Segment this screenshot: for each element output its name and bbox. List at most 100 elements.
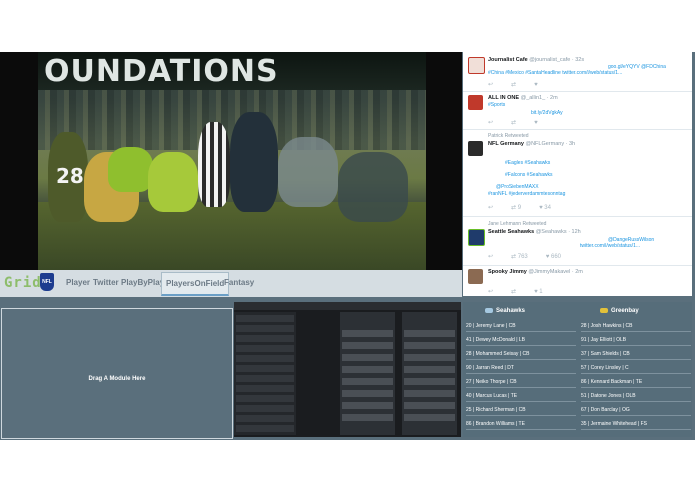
like-icon[interactable]: ♥ 34 [539, 205, 551, 211]
retweet-icon[interactable]: ⇄ [511, 289, 516, 295]
reply-icon[interactable]: ↩ [488, 82, 493, 88]
tweet-item[interactable]: Patrick Retweeted NFL Germany @NFLGerman… [463, 129, 692, 217]
list-item[interactable] [236, 355, 294, 362]
like-icon[interactable]: ♥ [534, 120, 538, 126]
tweet-link[interactable]: #China #Mexico #SantaHeadline twitter.co… [488, 70, 622, 76]
list-item[interactable] [236, 425, 294, 432]
tab-player[interactable]: Player [66, 278, 90, 287]
twitter-feed[interactable]: Journalist Cafe @journalist_cafe · 32s g… [463, 52, 692, 296]
like-icon[interactable]: ♥ 660 [546, 254, 561, 260]
reply-icon[interactable]: ↩ [488, 205, 493, 211]
list-item[interactable] [236, 385, 294, 392]
list-item[interactable] [236, 365, 294, 372]
list-item[interactable] [404, 354, 455, 361]
tweet-author[interactable]: ALL IN ONE @_allin1_ · 2m [488, 95, 558, 101]
list-item[interactable] [404, 378, 455, 385]
avatar[interactable] [468, 229, 485, 246]
reply-icon[interactable]: ↩ [488, 289, 493, 295]
tweet-item[interactable]: Jane Lehmann Retweeted Seattle Seahawks … [463, 216, 692, 266]
tweet-author[interactable]: Seattle Seahawks @Seahawks · 12h [488, 229, 581, 235]
roster-row[interactable]: 40 | Marcus Lucas | TE [466, 389, 576, 402]
avatar[interactable] [468, 269, 483, 284]
avatar[interactable] [468, 95, 483, 110]
fantasy-roster-right[interactable] [402, 312, 457, 435]
tab-twitter[interactable]: Twitter [93, 278, 119, 287]
list-item[interactable] [236, 325, 294, 332]
tweet-author[interactable]: Journalist Cafe @journalist_cafe · 32s [488, 57, 584, 63]
list-item[interactable] [342, 342, 393, 349]
tweet-link[interactable]: bit.ly/2dVgkAy [531, 110, 563, 116]
list-item[interactable] [236, 315, 294, 322]
roster-row[interactable]: 86 | Kennard Backman | TE [581, 375, 691, 388]
list-item[interactable] [342, 354, 393, 361]
roster-row[interactable]: 27 | Neiko Thorpe | CB [466, 375, 576, 388]
list-item[interactable] [342, 390, 393, 397]
list-item[interactable] [404, 366, 455, 373]
list-item[interactable] [404, 330, 455, 337]
roster-row[interactable]: 28 | Josh Hawkins | CB [581, 319, 691, 332]
module-drop-zone[interactable]: Drag A Module Here [1, 308, 233, 439]
roster-row[interactable]: 28 | Mohammed Seisay | CB [466, 347, 576, 360]
fantasy-module[interactable] [234, 302, 461, 437]
roster-row[interactable]: 35 | Jermaine Whitehead | FS [581, 417, 691, 430]
tab-fantasy[interactable]: Fantasy [224, 278, 254, 287]
video-player[interactable]: OUNDATIONS 28 [0, 52, 462, 270]
list-item[interactable] [342, 402, 393, 409]
video-frame[interactable]: OUNDATIONS 28 [38, 52, 426, 270]
list-item[interactable] [342, 414, 393, 421]
reply-icon[interactable]: ↩ [488, 120, 493, 126]
like-icon[interactable]: ♥ [534, 82, 538, 88]
roster-row[interactable]: 91 | Jay Elliott | OLB [581, 333, 691, 346]
list-item[interactable] [404, 414, 455, 421]
list-item[interactable] [236, 415, 294, 422]
fantasy-matchup-list[interactable] [234, 312, 296, 435]
tweet-item[interactable]: Journalist Cafe @journalist_cafe · 32s g… [463, 52, 692, 92]
tweet-mention[interactable]: @ProSiebenMAXX [496, 184, 539, 190]
list-item[interactable] [236, 405, 294, 412]
tweet-hashtag[interactable]: #Falcons #Seahawks [505, 172, 553, 178]
fantasy-roster-left[interactable] [340, 312, 395, 435]
list-item[interactable] [342, 330, 393, 337]
roster-row[interactable]: 25 | Richard Sherman | CB [466, 403, 576, 416]
list-item[interactable] [236, 395, 294, 402]
tweet-hashtag[interactable]: #ranNFL #jederverdammtesonntag [488, 191, 565, 197]
retweet-label: Patrick Retweeted [488, 133, 529, 139]
roster-row[interactable]: 41 | Dewey McDonald | LB [466, 333, 576, 346]
retweet-icon[interactable]: ⇄ [511, 120, 516, 126]
team-header-seahawks: Seahawks [485, 308, 525, 314]
app-window: OUNDATIONS 28 Grid NFL Player Twitter Pl… [0, 52, 695, 440]
avatar[interactable] [468, 57, 485, 74]
roster-row[interactable]: 86 | Brandon Williams | TE [466, 417, 576, 430]
like-icon[interactable]: ♥ 1 [534, 289, 543, 295]
roster-row[interactable]: 90 | Jarran Reed | DT [466, 361, 576, 374]
list-item[interactable] [236, 375, 294, 382]
reply-icon[interactable]: ↩ [488, 254, 493, 260]
tweet-hashtag[interactable]: #Eagles #Seahawks [505, 160, 550, 166]
roster-row[interactable]: 67 | Don Barclay | OG [581, 403, 691, 416]
list-item[interactable] [404, 390, 455, 397]
tweet-item[interactable]: Spooky Jimmy @JimmyMakavel · 2m ↩ ⇄ ♥ 1 [463, 265, 692, 296]
roster-row[interactable]: 57 | Corey Linsley | C [581, 361, 691, 374]
list-item[interactable] [236, 335, 294, 342]
tweet-hashtag[interactable]: #Sports [488, 102, 505, 108]
tab-playbyplay[interactable]: PlayByPlay [121, 278, 164, 287]
tweet-item[interactable]: ALL IN ONE @_allin1_ · 2m #Sports bit.ly… [463, 91, 692, 130]
retweet-icon[interactable]: ⇄ 763 [511, 254, 528, 260]
list-item[interactable] [236, 345, 294, 352]
retweet-icon[interactable]: ⇄ [511, 82, 516, 88]
list-item[interactable] [342, 366, 393, 373]
tweet-handle: @NFLGermany · 3h [525, 141, 576, 147]
tweet-author[interactable]: NFL Germany @NFLGermany · 3h [488, 141, 575, 147]
list-item[interactable] [404, 402, 455, 409]
list-item[interactable] [404, 342, 455, 349]
tweet-link[interactable]: twitter.com/i/web/status/1... [580, 243, 640, 249]
avatar[interactable] [468, 141, 483, 156]
roster-row[interactable]: 37 | Sam Shields | CB [581, 347, 691, 360]
tweet-author[interactable]: Spooky Jimmy @JimmyMakavel · 2m [488, 269, 583, 275]
roster-row[interactable]: 20 | Jeremy Lane | CB [466, 319, 576, 332]
list-item[interactable] [342, 378, 393, 385]
tab-playersonfield[interactable]: PlayersOnField [161, 272, 230, 296]
tweet-author-name: Seattle Seahawks [488, 229, 535, 235]
retweet-icon[interactable]: ⇄ 9 [511, 205, 521, 211]
roster-row[interactable]: 51 | Datone Jones | OLB [581, 389, 691, 402]
